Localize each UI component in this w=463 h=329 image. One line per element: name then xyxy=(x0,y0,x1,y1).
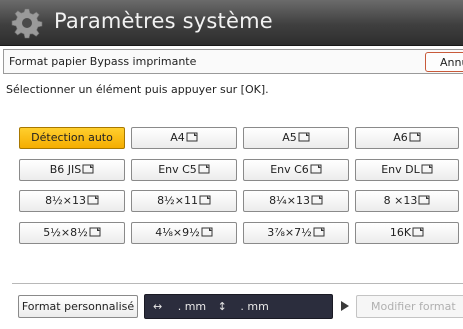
paper-orientation-icon xyxy=(313,227,325,237)
cancel-button[interactable]: Annu xyxy=(425,52,463,72)
divider xyxy=(12,283,463,284)
format-button-label: 8¼×13 xyxy=(269,194,310,207)
format-button-label: Env C6 xyxy=(270,163,309,176)
paper-orientation-icon xyxy=(186,132,198,142)
format-button-label: Env C5 xyxy=(158,163,197,176)
format-button[interactable]: Env C6 xyxy=(243,159,349,181)
format-button-label: 16K xyxy=(389,226,412,239)
height-arrow-icon: ↕ xyxy=(217,300,227,313)
format-button[interactable]: Env DL xyxy=(355,159,459,181)
format-button-label: 8½×13 xyxy=(45,194,86,207)
modify-format-button[interactable]: Modifier format xyxy=(356,295,463,318)
format-button-label: 8½×11 xyxy=(157,194,198,207)
format-button-label: A4 xyxy=(170,131,185,144)
format-button-label: 8 ×13 xyxy=(383,194,418,207)
format-button-label: Détection auto xyxy=(31,131,113,144)
width-value: . mm xyxy=(177,300,207,313)
gear-icon xyxy=(11,8,43,39)
paper-orientation-icon xyxy=(418,195,430,205)
format-button[interactable]: 5½×8½ xyxy=(19,222,125,244)
paper-orientation-icon xyxy=(87,195,99,205)
format-button[interactable]: A4 xyxy=(131,127,237,149)
format-button-label: B6 JIS xyxy=(49,163,82,176)
paper-orientation-icon xyxy=(298,132,310,142)
format-button[interactable]: Env C5 xyxy=(131,159,237,181)
title-bar: Paramètres système xyxy=(0,0,463,46)
custom-size-button[interactable]: Format personnalisé xyxy=(18,295,138,318)
width-arrow-icon: ↔ xyxy=(153,300,163,313)
paper-orientation-icon xyxy=(412,227,424,237)
page-title: Paramètres système xyxy=(54,9,273,33)
paper-orientation-icon xyxy=(421,164,433,174)
paper-orientation-icon xyxy=(82,164,94,174)
paper-orientation-icon xyxy=(310,164,322,174)
paper-orientation-icon xyxy=(201,227,213,237)
format-button[interactable]: B6 JIS xyxy=(19,159,125,181)
format-button[interactable]: Détection auto xyxy=(19,127,125,149)
format-button[interactable]: 16K xyxy=(355,222,459,244)
format-button[interactable]: 3⅞×7½ xyxy=(243,222,349,244)
arrow-right-icon xyxy=(341,301,349,311)
format-button[interactable]: 8¼×13 xyxy=(243,190,349,212)
format-button[interactable]: A6 xyxy=(355,127,459,149)
format-button-label: 5½×8½ xyxy=(43,226,88,239)
format-button-label: A5 xyxy=(282,131,297,144)
format-button[interactable]: A5 xyxy=(243,127,349,149)
custom-size-display: ↔ . mm ↕ . mm xyxy=(144,294,333,319)
format-button-label: A6 xyxy=(393,131,408,144)
format-button-label: 4⅛×9½ xyxy=(155,226,200,239)
paper-orientation-icon xyxy=(311,195,323,205)
paper-orientation-icon xyxy=(409,132,421,142)
format-button[interactable]: 4⅛×9½ xyxy=(131,222,237,244)
format-button-label: Env DL xyxy=(381,163,420,176)
format-button[interactable]: 8½×13 xyxy=(19,190,125,212)
instruction-text: Sélectionner un élément puis appuyer sur… xyxy=(6,83,269,96)
paper-orientation-icon xyxy=(198,164,210,174)
setting-label: Format papier Bypass imprimante xyxy=(9,55,197,68)
setting-header: Format papier Bypass imprimante Annu xyxy=(3,49,463,74)
format-button[interactable]: 8 ×13 xyxy=(355,190,459,212)
format-button[interactable]: 8½×11 xyxy=(131,190,237,212)
format-button-label: 3⅞×7½ xyxy=(267,226,312,239)
height-value: . mm xyxy=(240,300,269,313)
paper-orientation-icon xyxy=(199,195,211,205)
paper-orientation-icon xyxy=(89,227,101,237)
